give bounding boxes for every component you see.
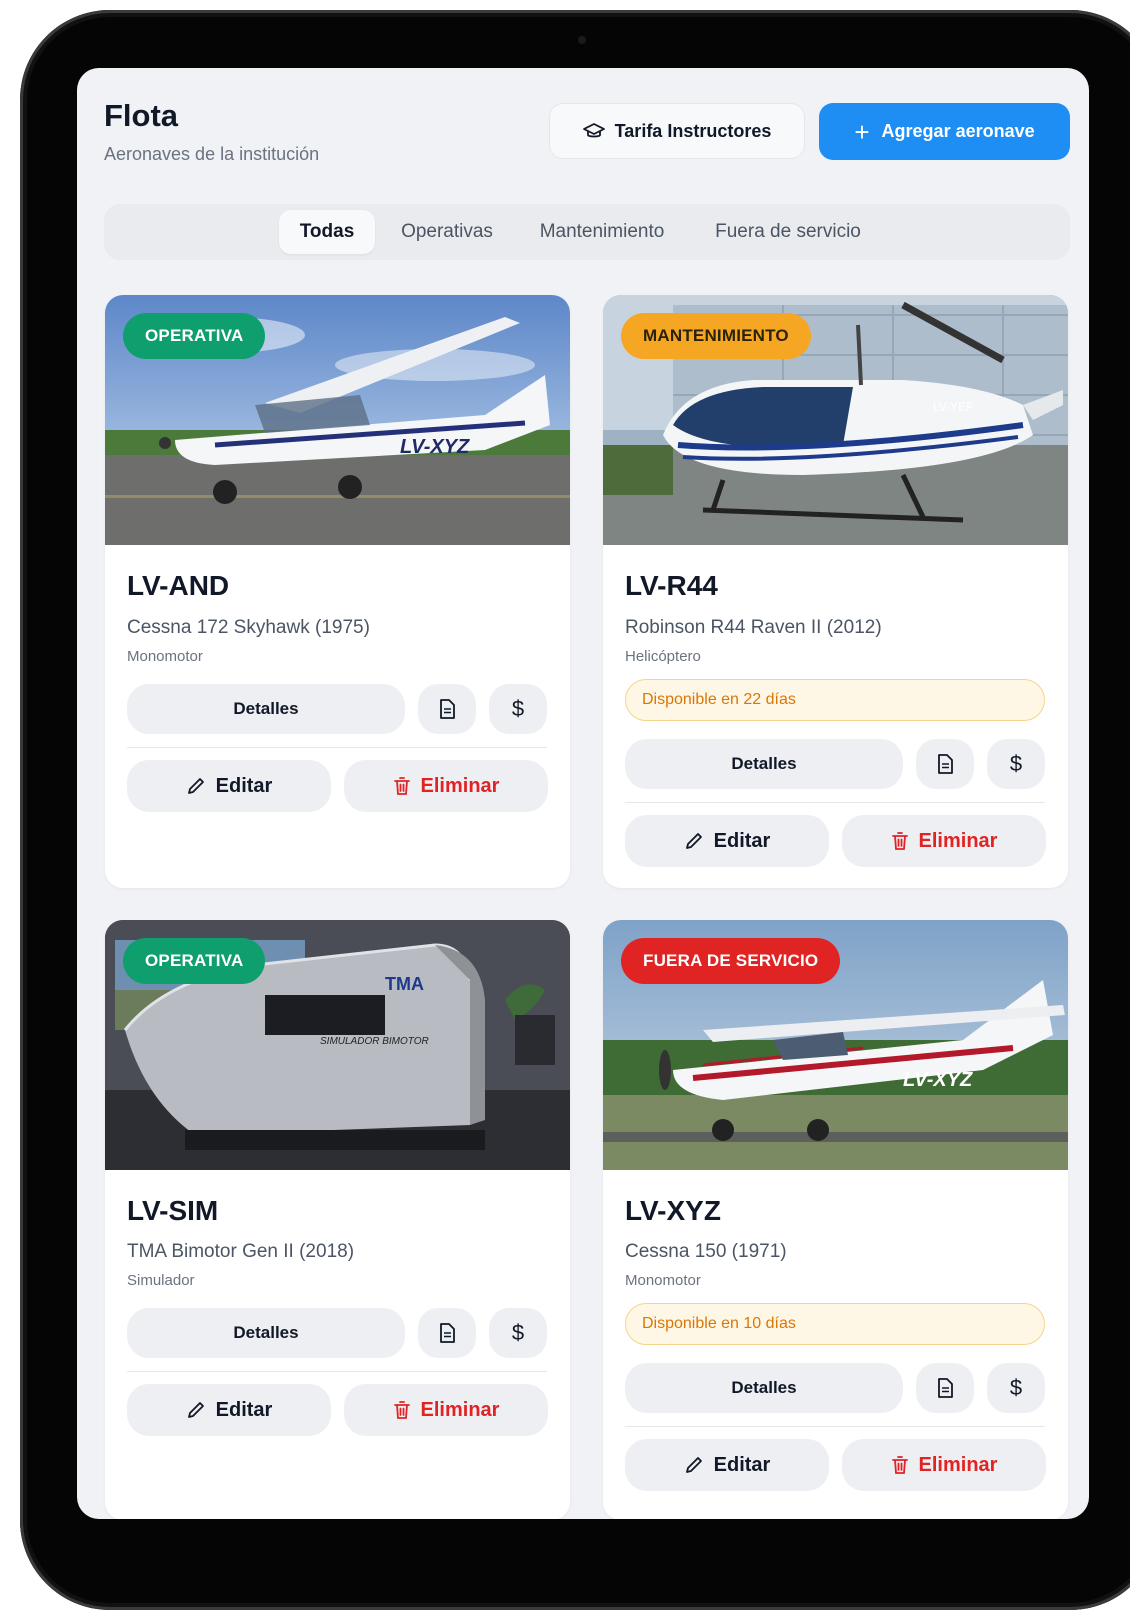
delete-label: Eliminar [918,829,998,852]
tab-todas[interactable]: Todas [279,210,375,254]
aircraft-photo: LV-YEF MANTENIMIENTO [603,295,1068,545]
details-button[interactable]: Detalles [127,1308,405,1358]
aircraft-model: Robinson R44 Raven II (2012) [625,617,882,638]
aircraft-category: Monomotor [625,1272,701,1289]
card-divider [625,802,1045,803]
delete-label: Eliminar [420,774,500,797]
edit-label: Editar [215,774,273,797]
card-divider [127,747,547,748]
aircraft-category: Simulador [127,1272,195,1289]
edit-button[interactable]: Editar [127,1384,331,1436]
document-icon [438,1323,456,1343]
document-button[interactable] [916,1363,974,1413]
status-badge: OPERATIVA [123,313,266,359]
availability-notice: Disponible en 10 días [625,1303,1045,1345]
price-button[interactable]: $ [987,1363,1045,1413]
aircraft-card: LV-XYZ FUERA DE SERVICIO LV-XYZ Cessna 1… [603,920,1068,1519]
pencil-icon [684,831,704,851]
status-badge: MANTENIMIENTO [621,313,811,359]
dollar-icon: $ [511,1320,525,1345]
aircraft-model: TMA Bimotor Gen II (2018) [127,1241,355,1262]
document-button[interactable] [916,739,974,789]
svg-text:SIMULADOR BIMOTOR: SIMULADOR BIMOTOR [320,1036,429,1047]
aircraft-card: LV-XYZ OPERATIVA LV-AND Cessna 172 Skyha… [105,295,570,888]
delete-button[interactable]: Eliminar [344,1384,548,1436]
svg-text:LV-YEF: LV-YEF [933,400,973,414]
card-divider [127,1371,547,1372]
camera-dot [578,36,586,44]
edit-button[interactable]: Editar [625,815,829,867]
document-icon [936,754,954,774]
dollar-icon: $ [511,696,525,721]
delete-button[interactable]: Eliminar [344,760,548,812]
status-badge: FUERA DE SERVICIO [621,938,841,984]
document-icon [438,699,456,719]
trash-icon [891,831,909,851]
plus-icon: + [854,116,870,147]
trash-icon [393,1400,411,1420]
tarifa-instructores-label: Tarifa Instructores [614,120,772,141]
aircraft-photo: LV-XYZ FUERA DE SERVICIO [603,920,1068,1170]
svg-text:TMA: TMA [385,974,424,994]
graduation-cap-icon [582,122,605,140]
tab-fuera-de-servicio[interactable]: Fuera de servicio [696,210,880,254]
add-aircraft-label: Agregar aeronave [881,121,1035,141]
app-screen: Flota Aeronaves de la institución Tarifa… [77,68,1089,1519]
svg-text:LV-XYZ: LV-XYZ [400,436,470,458]
aircraft-registration: LV-AND [127,570,230,601]
aircraft-card: TMA SIMULADOR BIMOTOR OPERATIVA LV-SIM T… [105,920,570,1519]
trash-icon [891,1455,909,1475]
delete-label: Eliminar [918,1453,998,1476]
document-button[interactable] [418,1308,476,1358]
aircraft-registration: LV-R44 [625,570,718,601]
page-subtitle: Aeronaves de la institución [104,144,320,164]
delete-label: Eliminar [420,1398,500,1421]
aircraft-registration: LV-XYZ [625,1195,721,1226]
pencil-icon [684,1455,704,1475]
page-title: Flota [104,98,179,133]
dollar-icon: $ [1009,751,1023,776]
card-divider [625,1426,1045,1427]
edit-button[interactable]: Editar [625,1439,829,1491]
dollar-icon: $ [1009,1375,1023,1400]
svg-text:LV-XYZ: LV-XYZ [903,1069,973,1091]
availability-notice: Disponible en 22 días [625,679,1045,721]
aircraft-category: Helicóptero [625,648,701,665]
edit-label: Editar [713,1453,771,1476]
delete-button[interactable]: Eliminar [842,1439,1046,1491]
trash-icon [393,776,411,796]
pencil-icon [186,1400,206,1420]
aircraft-model: Cessna 150 (1971) [625,1241,787,1262]
add-aircraft-button[interactable]: + Agregar aeronave [819,103,1070,160]
aircraft-photo: LV-XYZ OPERATIVA [105,295,570,545]
status-tabs: Todas Operativas Mantenimiento Fuera de … [104,204,1070,260]
aircraft-category: Monomotor [127,648,203,665]
aircraft-model: Cessna 172 Skyhawk (1975) [127,617,370,638]
details-button[interactable]: Detalles [127,684,405,734]
aircraft-photo: TMA SIMULADOR BIMOTOR OPERATIVA [105,920,570,1170]
price-button[interactable]: $ [489,684,547,734]
pencil-icon [186,776,206,796]
edit-label: Editar [215,1398,273,1421]
status-badge: OPERATIVA [123,938,266,984]
price-button[interactable]: $ [489,1308,547,1358]
document-icon [936,1378,954,1398]
aircraft-card: LV-YEF MANTENIMIENTO LV-R44 Robinson R44… [603,295,1068,888]
details-button[interactable]: Detalles [625,1363,903,1413]
edit-button[interactable]: Editar [127,760,331,812]
price-button[interactable]: $ [987,739,1045,789]
edit-label: Editar [713,829,771,852]
tab-operativas[interactable]: Operativas [385,210,509,254]
tarifa-instructores-button[interactable]: Tarifa Instructores [549,103,805,159]
document-button[interactable] [418,684,476,734]
tab-mantenimiento[interactable]: Mantenimiento [521,210,683,254]
aircraft-registration: LV-SIM [127,1195,219,1226]
delete-button[interactable]: Eliminar [842,815,1046,867]
details-button[interactable]: Detalles [625,739,903,789]
